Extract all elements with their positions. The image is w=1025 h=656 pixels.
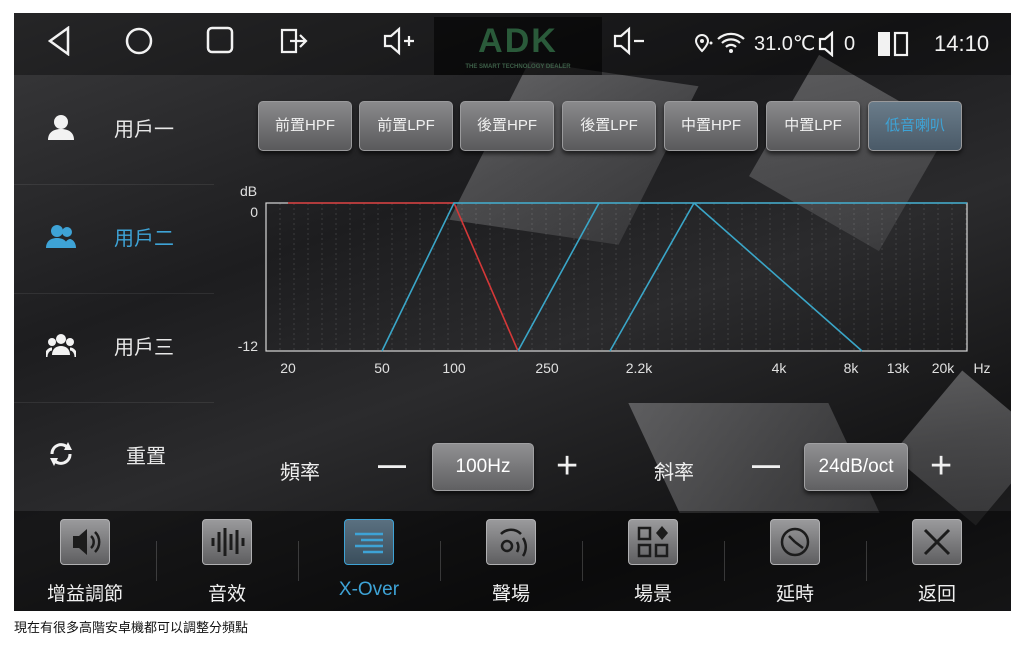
slope-increase-button[interactable]: + — [930, 445, 952, 488]
speaker-icon — [60, 519, 110, 565]
x-tick-label: 250 — [535, 360, 559, 376]
y-tick-label: -12 — [238, 338, 258, 354]
nav-return-label: 返回 — [917, 584, 956, 605]
graph-tick-layer: 20 50 100 250 2.2k 4k 8k 13k 20k Hz dB 0 -12 — [238, 183, 991, 376]
nav-return[interactable]: 返回 — [866, 511, 1011, 611]
x-tick-label: 8k — [844, 360, 860, 376]
nav-crossover-label: X-Over — [338, 579, 400, 600]
slope-label: 斜率 — [654, 462, 694, 484]
equalizer-icon — [202, 519, 252, 565]
crossover-curve-2 — [381, 202, 967, 352]
nav-gain-adjust[interactable]: 增益調節 — [14, 511, 156, 611]
crossover-curve-4 — [609, 202, 695, 352]
back-x-icon — [912, 519, 962, 565]
nav-sound-field[interactable]: 聲場 — [440, 511, 582, 611]
y-axis-label: dB — [240, 183, 257, 199]
nav-gain-adjust-label: 增益調節 — [46, 584, 123, 605]
frequency-value: 100Hz — [455, 456, 511, 477]
nav-sound-effects-label: 音效 — [207, 584, 246, 605]
slope-value: 24dB/oct — [818, 456, 894, 477]
nav-delay-label: 延時 — [775, 584, 814, 605]
frequency-value-box[interactable]: 100Hz — [432, 443, 534, 491]
frequency-label: 頻率 — [280, 462, 320, 484]
nav-scene[interactable]: 場景 — [582, 511, 724, 611]
refresh-icon — [50, 442, 72, 466]
x-tick-label: 13k — [887, 360, 911, 376]
scene-icon — [628, 519, 678, 565]
frequency-decrease-button[interactable]: — — [378, 449, 406, 481]
reset-button[interactable]: 重置 — [14, 402, 214, 511]
x-tick-label: 2.2k — [626, 360, 653, 376]
delay-icon — [770, 519, 820, 565]
reset-label: 重置 — [126, 446, 166, 468]
frequency-increase-button[interactable]: + — [556, 445, 578, 488]
crossover-graph: 20 50 100 250 2.2k 4k 8k 13k 20k Hz dB 0 -12 — [238, 183, 991, 376]
x-tick-label: 100 — [442, 360, 466, 376]
nav-sound-effects[interactable]: 音效 — [156, 511, 298, 611]
crossover-curve-3 — [517, 202, 600, 352]
y-tick-label: 0 — [250, 204, 258, 220]
nav-delay[interactable]: 延時 — [724, 511, 866, 611]
x-tick-label: 20 — [280, 360, 296, 376]
slope-value-box[interactable]: 24dB/oct — [804, 443, 908, 491]
nav-scene-label: 場景 — [633, 584, 672, 605]
soundfield-icon — [486, 519, 536, 565]
x-tick-label: 50 — [374, 360, 390, 376]
x-tick-label: 20k — [932, 360, 956, 376]
photo-caption: 現在有很多高階安卓機都可以調整分頻點 — [14, 620, 249, 635]
crossover-curve-5 — [693, 202, 863, 352]
slope-decrease-button[interactable]: — — [752, 449, 780, 481]
bottom-nav-bar: 增益調節 音效 X-Over 聲場 場景 延時 返回 — [14, 511, 1011, 611]
x-tick-label: 4k — [772, 360, 788, 376]
nav-crossover[interactable]: X-Over — [298, 511, 440, 611]
x-unit-label: Hz — [973, 360, 990, 376]
graph-series-layer — [288, 202, 967, 352]
crossover-icon — [344, 519, 394, 565]
nav-sound-field-label: 聲場 — [491, 584, 530, 605]
car-head-unit-screen: ADK THE SMART TECHNOLOGY DEALER 31.0℃ 0 … — [14, 13, 1011, 611]
